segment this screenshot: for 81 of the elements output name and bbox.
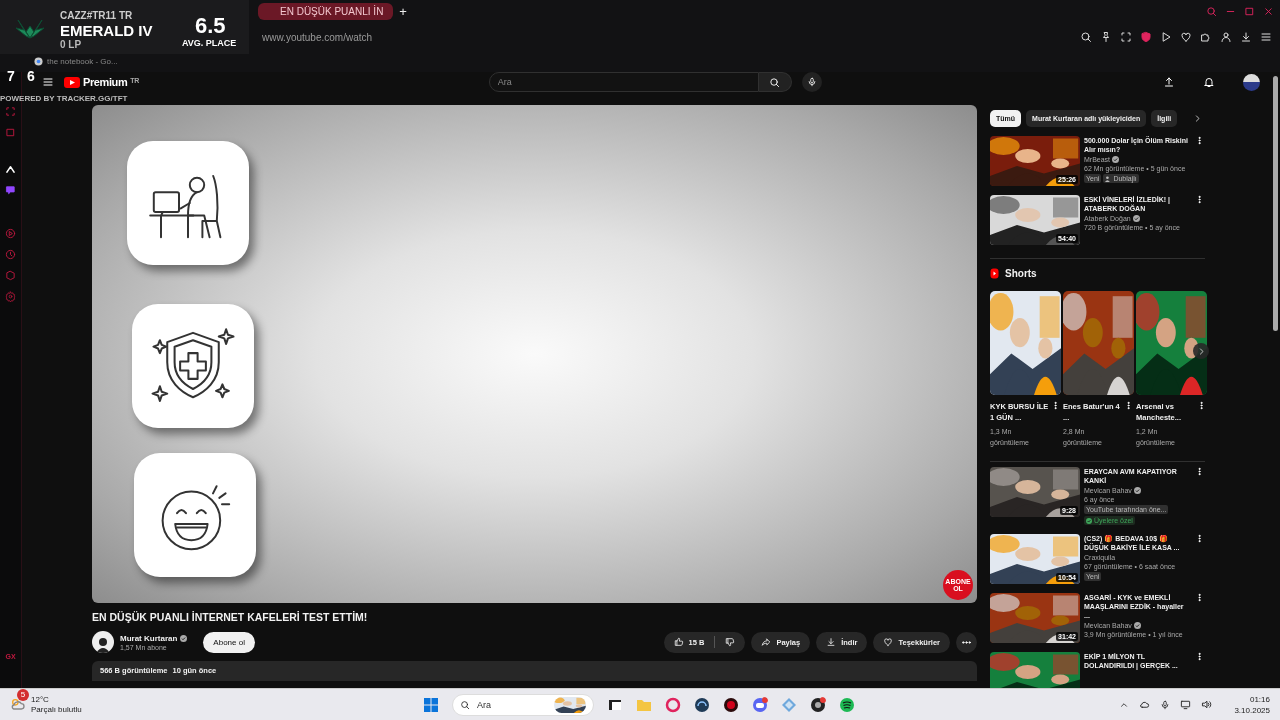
menu-icon[interactable] — [1260, 31, 1272, 43]
disc-icon[interactable] — [723, 696, 739, 713]
bookmark[interactable]: the notebook - Go... — [47, 56, 118, 66]
subscribe-button[interactable]: Abone ol — [203, 631, 255, 653]
average-value: 6.5 — [195, 13, 226, 39]
new-tab-button[interactable]: + — [399, 3, 407, 19]
more-button[interactable] — [956, 631, 977, 653]
controller-icon[interactable] — [752, 696, 768, 713]
weather-description: Parçalı bulutlu — [31, 704, 82, 715]
download-icon[interactable] — [1240, 31, 1252, 43]
windows-logo-icon[interactable] — [423, 696, 439, 713]
search-icon[interactable] — [1080, 31, 1092, 43]
search-icon — [460, 699, 470, 710]
cloud-icon[interactable] — [1139, 699, 1151, 710]
search-field[interactable]: Ara — [488, 72, 759, 92]
count-label: 6 — [27, 68, 35, 84]
cloud-sun-icon[interactable] — [10, 696, 26, 713]
channel-name[interactable]: Murat Kurtaran — [120, 633, 178, 643]
more-icon[interactable] — [1195, 467, 1204, 476]
more-icon[interactable] — [1195, 136, 1204, 145]
pin-icon[interactable] — [1100, 31, 1112, 43]
section-title: Shorts — [1005, 268, 1037, 279]
temperature: 12°C — [31, 694, 50, 705]
like-icon — [673, 637, 684, 647]
heart-icon — [883, 637, 894, 647]
more-icon[interactable] — [1195, 593, 1204, 602]
share-icon — [761, 637, 772, 647]
logo-text[interactable]: Premium — [83, 76, 128, 88]
microphone-button[interactable] — [801, 72, 822, 92]
person-icon[interactable] — [1220, 31, 1232, 43]
count-label: 7 — [7, 68, 15, 84]
download-icon — [826, 637, 837, 647]
more-icon[interactable] — [1051, 401, 1060, 410]
globe-icon — [34, 56, 43, 66]
next-icon[interactable] — [1193, 114, 1203, 123]
play-logo-icon — [64, 76, 80, 88]
clock-time[interactable]: 01:16 — [1249, 693, 1270, 705]
lp-label: 0 LP — [60, 39, 82, 50]
address-field[interactable]: www.youtube.com/watch — [262, 31, 373, 43]
upload-icon[interactable] — [1163, 76, 1175, 88]
search-icon — [769, 76, 781, 88]
monitor-icon[interactable] — [1180, 699, 1192, 710]
ring-icon[interactable] — [665, 696, 681, 713]
account-avatar[interactable] — [1243, 73, 1260, 91]
record-icon[interactable] — [810, 696, 826, 713]
more-icon[interactable] — [1124, 401, 1133, 410]
average-label: AVG. PLACE — [182, 38, 237, 48]
more-icon[interactable] — [1195, 652, 1204, 661]
more-icon[interactable] — [1197, 401, 1206, 410]
volume-icon[interactable] — [1201, 699, 1213, 710]
more-icon[interactable] — [1195, 534, 1204, 543]
close-icon[interactable] — [1263, 5, 1274, 17]
maximize-icon[interactable] — [1244, 5, 1255, 17]
channel-avatar[interactable] — [92, 631, 114, 653]
peak-icon[interactable] — [5, 164, 16, 175]
heart-icon[interactable] — [1180, 31, 1192, 43]
search-button[interactable] — [758, 72, 792, 92]
rank-label: EMERALD IV — [60, 22, 153, 39]
headset-icon[interactable] — [694, 696, 710, 713]
microphone-icon — [806, 77, 817, 87]
menu-icon[interactable] — [42, 76, 54, 88]
play-icon[interactable] — [1160, 31, 1172, 43]
dislike-icon — [725, 637, 736, 647]
crop-icon[interactable] — [1120, 31, 1132, 43]
next-button[interactable] — [1193, 343, 1209, 359]
clock-icon[interactable] — [5, 249, 16, 260]
music-icon[interactable] — [839, 696, 855, 713]
notifications-icon[interactable] — [1203, 76, 1215, 88]
shorts-logo-icon — [990, 268, 999, 279]
chat-bubble-icon[interactable] — [5, 185, 16, 196]
more-icon[interactable] — [1195, 195, 1204, 204]
notification-badge: 5 — [17, 688, 29, 701]
credit-text: POWERED BY TRACKER.GG/TFT — [0, 94, 128, 103]
video-title: EN DÜŞÜK PUANLI İNTERNET KAFELERİ TEST ETTİM! — [92, 611, 369, 623]
play-circle-icon[interactable] — [5, 228, 16, 239]
player-name: CAZZ#TR11 TR — [60, 10, 133, 21]
clock-date[interactable]: 3.10.2025 — [1234, 704, 1270, 716]
browser-tab[interactable]: EN DÜŞÜK PUANLI İN — [258, 2, 394, 20]
scrollbar-thumb[interactable] — [1272, 76, 1278, 331]
microphone-icon[interactable] — [1160, 699, 1171, 710]
shield-icon[interactable] — [1140, 31, 1152, 43]
